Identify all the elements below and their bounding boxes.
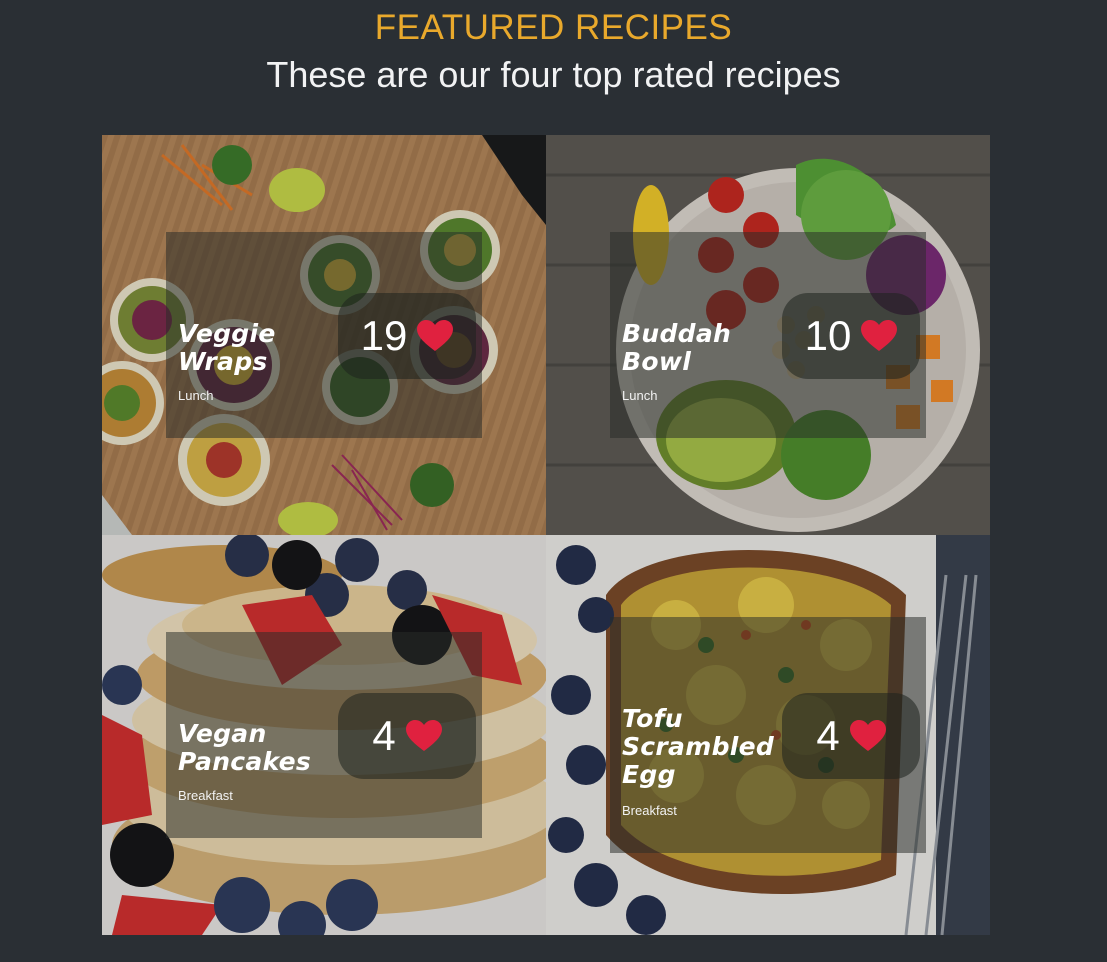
recipe-name-line: Buddah bbox=[622, 319, 732, 348]
recipe-card-buddah-bowl[interactable]: Buddah Bowl Lunch 10 bbox=[546, 135, 990, 535]
like-count: 19 bbox=[360, 312, 408, 359]
recipe-category: Lunch bbox=[178, 388, 214, 403]
section-eyebrow: FEATURED RECIPES bbox=[374, 8, 733, 47]
recipe-name-line: Vegan bbox=[178, 719, 267, 748]
heart-icon[interactable] bbox=[861, 320, 898, 352]
recipe-name-line: Scrambled bbox=[622, 732, 775, 761]
recipe-name-line: Veggie bbox=[178, 319, 276, 348]
featured-recipes-grid: Veggie Wraps Lunch 19 Buddah Bowl Lunch … bbox=[102, 135, 990, 935]
recipe-name-line: Tofu bbox=[622, 704, 683, 733]
recipe-category: Breakfast bbox=[178, 788, 233, 803]
recipe-card-tofu-scrambled-egg[interactable]: Tofu Scrambled Egg Breakfast 4 bbox=[546, 535, 990, 935]
recipe-name: Buddah Bowl bbox=[622, 320, 792, 376]
recipe-name-line: Bowl bbox=[622, 347, 692, 376]
like-count-badge[interactable]: 10 bbox=[782, 293, 920, 379]
like-count: 10 bbox=[804, 312, 852, 359]
like-count-badge[interactable]: 4 bbox=[782, 693, 920, 779]
heart-icon[interactable] bbox=[849, 720, 886, 752]
like-count: 4 bbox=[372, 712, 396, 759]
recipe-name: Veggie Wraps bbox=[178, 320, 348, 376]
heart-icon[interactable] bbox=[417, 320, 454, 352]
section-subtitle: These are our four top rated recipes bbox=[266, 54, 841, 95]
recipe-card-vegan-pancakes[interactable]: Vegan Pancakes Breakfast 4 bbox=[102, 535, 546, 935]
like-count: 4 bbox=[816, 712, 840, 759]
recipe-name: Vegan Pancakes bbox=[178, 720, 348, 776]
recipe-name-line: Pancakes bbox=[178, 747, 312, 776]
like-count-badge[interactable]: 4 bbox=[338, 693, 476, 779]
like-count-badge[interactable]: 19 bbox=[338, 293, 476, 379]
recipe-name-line: Wraps bbox=[178, 347, 268, 376]
heart-icon[interactable] bbox=[405, 720, 442, 752]
recipe-card-veggie-wraps[interactable]: Veggie Wraps Lunch 19 bbox=[102, 135, 546, 535]
recipe-category: Breakfast bbox=[622, 803, 677, 818]
recipe-name-line: Egg bbox=[622, 760, 676, 789]
recipe-category: Lunch bbox=[622, 388, 658, 403]
recipe-name: Tofu Scrambled Egg bbox=[622, 705, 792, 789]
